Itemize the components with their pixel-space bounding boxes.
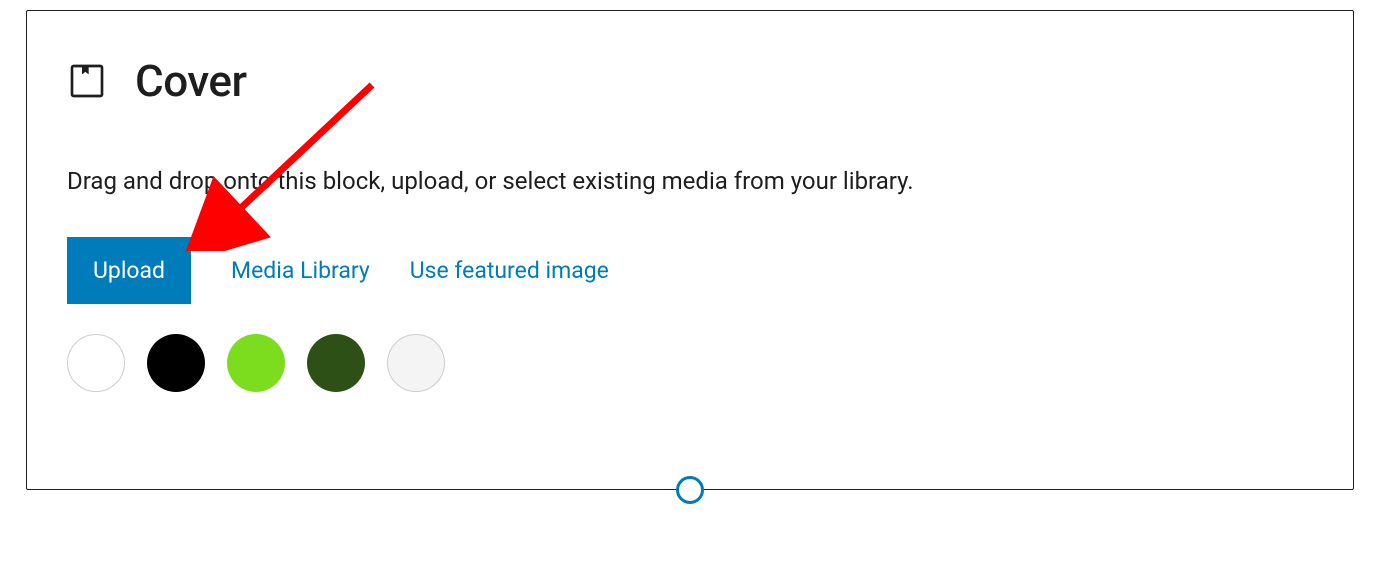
color-swatch-1[interactable] <box>147 334 205 392</box>
block-description: Drag and drop onto this block, upload, o… <box>67 165 1313 199</box>
color-swatch-0[interactable] <box>67 334 125 392</box>
upload-button[interactable]: Upload <box>67 237 191 304</box>
media-library-button[interactable]: Media Library <box>231 257 370 284</box>
color-swatch-3[interactable] <box>307 334 365 392</box>
cover-block-placeholder: Cover Drag and drop onto this block, upl… <box>26 10 1354 490</box>
block-title: Cover <box>135 55 247 107</box>
color-swatch-2[interactable] <box>227 334 285 392</box>
color-swatch-4[interactable] <box>387 334 445 392</box>
resize-handle[interactable] <box>676 476 704 504</box>
use-featured-image-button[interactable]: Use featured image <box>410 257 609 284</box>
cover-block-icon <box>67 61 107 101</box>
color-swatches <box>67 334 1313 392</box>
media-actions: Upload Media Library Use featured image <box>67 237 1313 304</box>
block-header: Cover <box>67 55 1313 107</box>
